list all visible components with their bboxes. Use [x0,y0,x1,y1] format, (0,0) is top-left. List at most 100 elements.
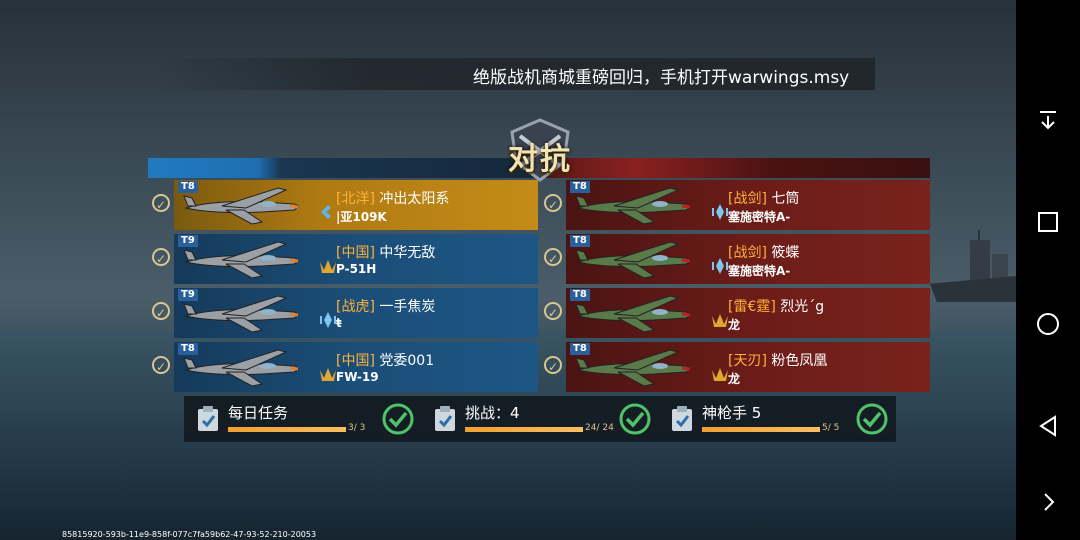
check-icon: ✓ [544,248,562,266]
task-label: 每日任务 [228,404,289,422]
aircraft-name: 龙 [728,372,741,386]
attacker-icon [710,364,730,384]
chevron-right-icon[interactable] [1036,490,1060,514]
red-player-row[interactable]: ✓ T8 [雷€霆] 烈光´g 龙 [542,288,930,338]
aircraft-image [574,348,698,388]
clipboard-icon [198,406,218,431]
mode-badge: 对抗 [500,118,580,184]
red-team-header-bar [540,158,930,178]
player-nickname: 冲出太阳系 [379,191,450,207]
player-card: T9 [中国] 中华无敌 P-51H [174,234,538,284]
task-progress-count: 24/ 24 [585,423,614,433]
guild-tag: [中国] [336,245,375,261]
task-item[interactable]: 神枪手 5 5/ 5 [658,396,894,442]
guild-tag: [战剑] [728,191,767,207]
task-progress-count: 3/ 3 [348,423,366,433]
player-name: [北洋] 冲出太阳系 [336,188,449,208]
player-nickname: 中华无敌 [379,245,436,261]
red-player-row[interactable]: ✓ T8 [战剑] 七筒 塞施密特A- [542,180,930,230]
battleship-background [930,230,1016,302]
blue-player-row[interactable]: ✓ T8 [中国] 党委001 FW-19 [150,342,538,392]
guild-tag: [北洋] [336,191,375,207]
interceptor-icon [318,310,338,330]
player-card: T8 [雷€霆] 烈光´g 龙 [566,288,930,338]
mode-title: 对抗 [508,142,572,177]
aircraft-image [182,240,306,280]
red-player-row[interactable]: ✓ T8 [战剑] 筱蝶 塞施密特A- [542,234,930,284]
attacker-icon [318,364,338,384]
aircraft-image [182,186,306,226]
aircraft-name: 龙 [728,318,741,332]
check-icon: ✓ [544,302,562,320]
check-icon: ✓ [544,356,562,374]
aircraft-image [182,348,306,388]
aircraft-image [574,240,698,280]
attacker-icon [710,310,730,330]
aircraft-name: 塞施密特A- [728,210,791,224]
task-label: 神枪手 5 [702,404,762,422]
task-item[interactable]: 挑战：4 24/ 24 [421,396,657,442]
aircraft-image [574,294,698,334]
android-nav-bar [1016,0,1080,540]
player-name: [天刃] 粉色凤凰 [728,350,827,370]
player-name: [雷€霆] 烈光´g [728,296,824,316]
player-name: [战剑] 七筒 [728,188,799,208]
player-card: T8 [战剑] 七筒 塞施密特A- [566,180,930,230]
check-icon: ✓ [544,194,562,212]
player-card: T8 [中国] 党委001 FW-19 [174,342,538,392]
guild-tag: [中国] [336,353,375,369]
aircraft-name: ŧ [336,316,342,330]
aircraft-name: 塞施密特A- [728,264,791,278]
guild-tag: [战剑] [728,245,767,261]
clipboard-icon [672,406,692,431]
check-icon: ✓ [152,194,170,212]
task-progress-count: 5/ 5 [822,423,840,433]
aircraft-name: P-51H [336,262,377,276]
announcement-marquee: 绝版战机商城重磅回归，手机打开warwings.msy [155,58,875,90]
aircraft-name: FW-19 [336,370,379,384]
complete-check-icon [619,403,651,435]
back-triangle-icon[interactable] [1036,414,1060,438]
player-name: [中国] 中华无敌 [336,242,435,262]
task-label: 挑战：4 [465,404,520,422]
player-card: T8 [战剑] 筱蝶 塞施密特A- [566,234,930,284]
session-id-text: 85815920-593b-11e9-858f-077c7fa59b62-47-… [62,530,317,539]
player-nickname: 一手焦炭 [379,299,436,315]
blue-player-row[interactable]: ✓ T9 [战虎] 一手焦炭 ŧ [150,288,538,338]
home-circle-icon[interactable] [1036,312,1060,336]
player-nickname: 党委001 [379,353,435,369]
aircraft-image [182,294,306,334]
blue-player-row[interactable]: ✓ T9 [中国] 中华无敌 P-51H [150,234,538,284]
task-panel: 每日任务 3/ 3 挑战：4 24/ 24 神枪手 5 5/ 5 [184,396,896,442]
player-card: T9 [战虎] 一手焦炭 ŧ [174,288,538,338]
task-progress-bar [465,427,583,432]
attacker-icon [318,256,338,276]
player-nickname: 七筒 [771,191,800,207]
guild-tag: [雷€霆] [728,299,776,315]
player-name: [战剑] 筱蝶 [728,242,799,262]
blue-player-row[interactable]: ✓ T8 [北洋] 冲出太阳系 |亚109K [150,180,538,230]
collapse-down-icon[interactable] [1036,108,1060,132]
player-card: T8 [北洋] 冲出太阳系 |亚109K [174,180,538,230]
check-icon: ✓ [152,248,170,266]
check-icon: ✓ [152,356,170,374]
task-item[interactable]: 每日任务 3/ 3 [184,396,420,442]
player-nickname: 烈光´g [780,299,825,315]
marquee-text: 绝版战机商城重磅回归，手机打开warwings.msy [473,68,850,88]
fighter-icon [318,202,338,222]
guild-tag: [天刃] [728,353,767,369]
player-nickname: 粉色凤凰 [771,353,828,369]
player-nickname: 筱蝶 [771,245,800,261]
interceptor-icon [710,256,730,276]
player-card: T8 [天刃] 粉色凤凰龙 [566,342,930,392]
task-progress-bar [702,427,820,432]
complete-check-icon [856,403,888,435]
check-icon: ✓ [152,302,170,320]
aircraft-name: |亚109K [336,210,387,224]
clipboard-icon [435,406,455,431]
player-name: [中国] 党委001 [336,350,434,370]
recents-square-icon[interactable] [1036,210,1060,234]
red-player-row[interactable]: ✓ T8 [天刃] 粉色凤凰龙 [542,342,930,392]
interceptor-icon [710,202,730,222]
aircraft-image [574,186,698,226]
